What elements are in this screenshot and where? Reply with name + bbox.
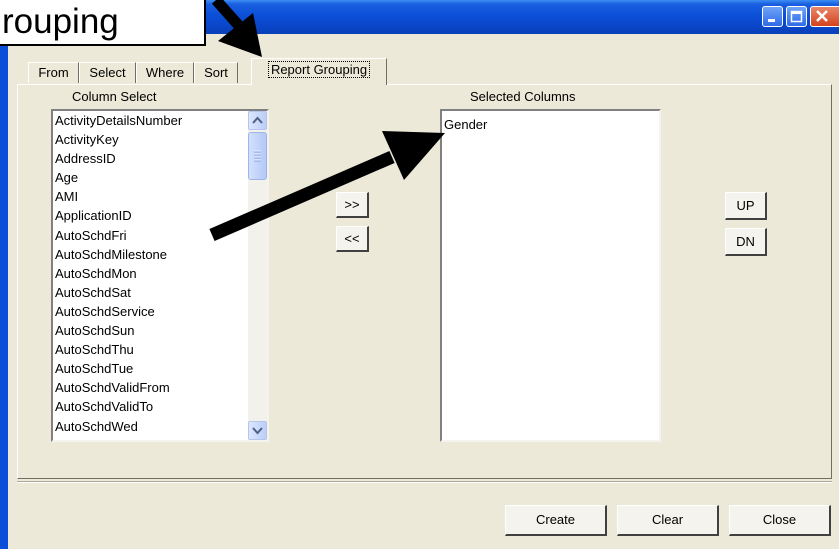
annotation-arrows xyxy=(209,0,445,241)
arrow-to-report-grouping-tab xyxy=(211,0,262,57)
arrow-to-selected-columns xyxy=(209,131,445,241)
